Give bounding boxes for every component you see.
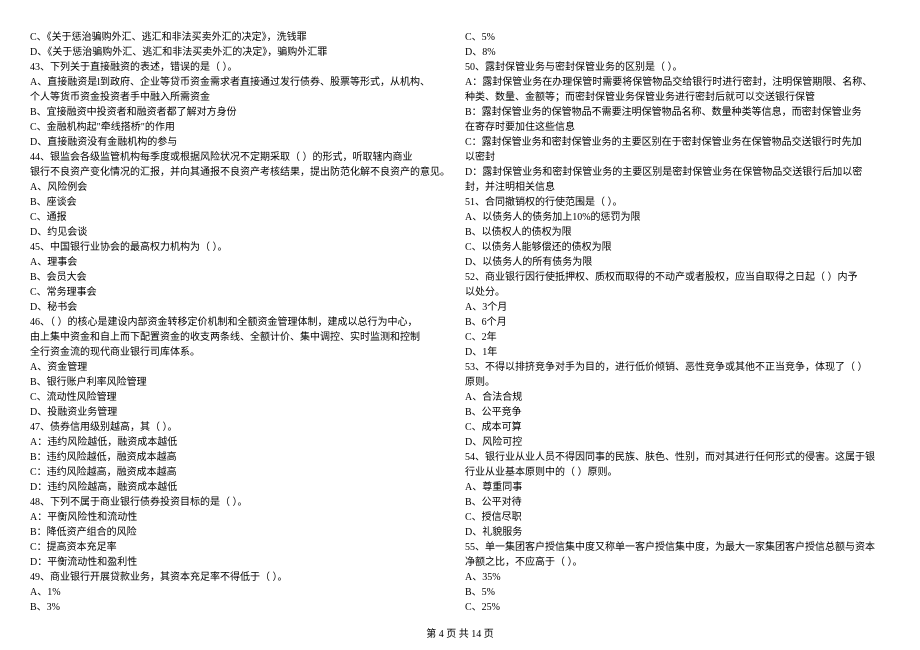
text-line: D、1年 — [465, 345, 890, 360]
text-line: D、直接融资没有金融机构的参与 — [30, 135, 455, 150]
text-line: 银行不良资产变化情况的汇报，并向其通报不良资产考核结果，提出防范化解不良资产的意… — [30, 165, 455, 180]
text-line: B、座谈会 — [30, 195, 455, 210]
text-line: D、《关于惩治骗购外汇、逃汇和非法买卖外汇的决定》，骗购外汇罪 — [30, 45, 455, 60]
page-container: C、《关于惩治骗购外汇、逃汇和非法买卖外汇的决定》，洗钱罪 D、《关于惩治骗购外… — [0, 0, 920, 615]
text-line: 52、商业银行因行使抵押权、质权而取得的不动产或者股权，应当自取得之日起（ ）内… — [465, 270, 890, 285]
text-line: B、银行账户利率风险管理 — [30, 375, 455, 390]
text-line: A、理事会 — [30, 255, 455, 270]
text-line: D：露封保管业务和密封保管业务的主要区别是密封保管业务在保管物品交送银行后加以密 — [465, 165, 890, 180]
text-line: D：违约风险越高，融资成本越低 — [30, 480, 455, 495]
text-line: 45、中国银行业协会的最高权力机构为（ ）。 — [30, 240, 455, 255]
text-line: C、授信尽职 — [465, 510, 890, 525]
text-line: A、合法合规 — [465, 390, 890, 405]
text-line: B、公平对待 — [465, 495, 890, 510]
text-line: C：露封保管业务和密封保管业务的主要区别在于密封保管业务在保管物品交送银行时先加 — [465, 135, 890, 150]
text-line: B：违约风险越低，融资成本越高 — [30, 450, 455, 465]
text-line: D、礼貌服务 — [465, 525, 890, 540]
text-line: D、以债务人的所有债务为限 — [465, 255, 890, 270]
text-line: 行业从业基本原则中的（ ）原则。 — [465, 465, 890, 480]
text-line: 43、下列关于直接融资的表述，错误的是（ ）。 — [30, 60, 455, 75]
text-line: 50、露封保管业务与密封保管业务的区别是（ ）。 — [465, 60, 890, 75]
text-line: C、通报 — [30, 210, 455, 225]
text-line: D、秘书会 — [30, 300, 455, 315]
text-line: 以密封 — [465, 150, 890, 165]
text-line: C、以债务人能够偿还的债权为限 — [465, 240, 890, 255]
text-line: C、流动性风险管理 — [30, 390, 455, 405]
page-footer: 第 4 页 共 14 页 — [0, 625, 920, 640]
text-line: 51、合同撤销权的行使范围是（ ）。 — [465, 195, 890, 210]
text-line: 种类、数量、金额等；而密封保管业务保管业务进行密封后就可以交送银行保管 — [465, 90, 890, 105]
text-line: B、6个月 — [465, 315, 890, 330]
text-line: B、以债权人的债权为限 — [465, 225, 890, 240]
text-line: C、25% — [465, 600, 890, 615]
text-line: C：违约风险越高，融资成本越高 — [30, 465, 455, 480]
text-line: 49、商业银行开展贷款业务，其资本充足率不得低于（ ）。 — [30, 570, 455, 585]
text-line: 净额之比，不应高于（ ）。 — [465, 555, 890, 570]
text-line: B、宜接融资中投资者和融资者都了解对方身份 — [30, 105, 455, 120]
text-line: 封，并注明相关信息 — [465, 180, 890, 195]
text-line: C：提高资本充足率 — [30, 540, 455, 555]
text-line: A、1% — [30, 585, 455, 600]
text-line: 54、银行业从业人员不得因同事的民族、肤色、性别，而对其进行任何形式的侵害。这属… — [465, 450, 890, 465]
text-line: B、公平竞争 — [465, 405, 890, 420]
text-line: 44、银监会各级监管机构每季度或根据风险状况不定期采取（ ）的形式，听取辖内商业 — [30, 150, 455, 165]
text-line: 53、不得以排挤竞争对手为目的，进行低价倾销、恶性竞争或其他不正当竞争，体现了（… — [465, 360, 890, 375]
right-column: C、5% D、8%50、露封保管业务与密封保管业务的区别是（ ）。 A：露封保管… — [465, 30, 890, 615]
text-line: D、约见会谈 — [30, 225, 455, 240]
text-line: C、金融机构起"牵线搭桥"的作用 — [30, 120, 455, 135]
text-line: A：违约风险越低，融资成本越低 — [30, 435, 455, 450]
text-line: 原则。 — [465, 375, 890, 390]
text-line: 在寄存时要加住这些信息 — [465, 120, 890, 135]
text-line: A、尊重同事 — [465, 480, 890, 495]
text-line: C、《关于惩治骗购外汇、逃汇和非法买卖外汇的决定》，洗钱罪 — [30, 30, 455, 45]
text-line: B：降低资产组合的风险 — [30, 525, 455, 540]
text-line: C、常务理事会 — [30, 285, 455, 300]
text-line: B、3% — [30, 600, 455, 615]
text-line: A、资金管理 — [30, 360, 455, 375]
text-line: B、会员大会 — [30, 270, 455, 285]
text-line: B：露封保管业务的保管物品不需要注明保管物品名称、数量种类等信息，而密封保管业务 — [465, 105, 890, 120]
text-line: C、5% — [465, 30, 890, 45]
text-line: 55、单一集团客户授信集中度又称单一客户授信集中度，为最大一家集团客户授信总额与… — [465, 540, 890, 555]
text-line: A、风险例会 — [30, 180, 455, 195]
text-line: 48、下列不属于商业银行债券投资目标的是（ ）。 — [30, 495, 455, 510]
text-line: A：露封保管业务在办理保管时需要将保管物品交给银行时进行密封，注明保管期限、名称… — [465, 75, 890, 90]
text-line: D、投融资业务管理 — [30, 405, 455, 420]
text-line: 个人等货币资金投资者手中融入所需资金 — [30, 90, 455, 105]
text-line: D：平衡流动性和盈利性 — [30, 555, 455, 570]
text-line: C、2年 — [465, 330, 890, 345]
text-line: C、成本可算 — [465, 420, 890, 435]
text-line: D、8% — [465, 45, 890, 60]
text-line: 以处分。 — [465, 285, 890, 300]
text-line: A、3个月 — [465, 300, 890, 315]
text-line: B、5% — [465, 585, 890, 600]
text-line: 46、（ ）的核心是建设内部资金转移定价机制和全额资金管理体制，建成以总行为中心… — [30, 315, 455, 330]
text-line: 由上集中资金和自上而下配置资金的收支两条线、全额计价、集中调控、实时监测和控制 — [30, 330, 455, 345]
left-column: C、《关于惩治骗购外汇、逃汇和非法买卖外汇的决定》，洗钱罪 D、《关于惩治骗购外… — [30, 30, 455, 615]
text-line: A、35% — [465, 570, 890, 585]
text-line: A：平衡风险性和流动性 — [30, 510, 455, 525]
text-line: 47、债券信用级别越高，其（ ）。 — [30, 420, 455, 435]
text-line: D、风险可控 — [465, 435, 890, 450]
text-line: A、以债务人的债务加上10%的惩罚为限 — [465, 210, 890, 225]
text-line: 全行资金流的现代商业银行司库体系。 — [30, 345, 455, 360]
text-line: A、直接融资是l到政府、企业等贷币资金需求者直接通过发行债券、股票等形式，从机构… — [30, 75, 455, 90]
